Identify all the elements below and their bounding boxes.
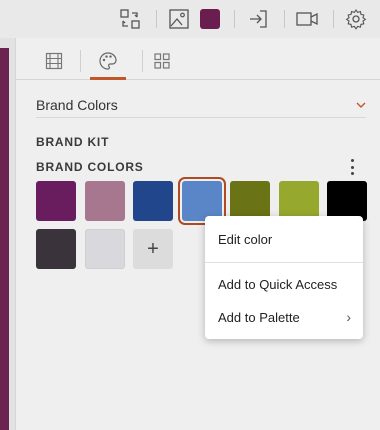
menu-item-add-to-palette[interactable]: Add to Palette › [218, 309, 351, 325]
menu-divider [205, 262, 363, 263]
canvas-preview [0, 48, 9, 430]
chevron-down-icon [356, 102, 366, 108]
color-swatch[interactable] [36, 181, 76, 221]
menu-item-quick-access[interactable]: Add to Quick Access [218, 277, 351, 292]
tab-divider [142, 50, 143, 72]
more-options-icon[interactable] [346, 157, 358, 177]
canvas-edge [0, 38, 15, 430]
brand-colors-heading: BRAND COLORS [36, 160, 144, 174]
color-swatch[interactable] [84, 229, 125, 269]
color-swatch[interactable] [84, 181, 125, 221]
brand-colors-dropdown[interactable]: Brand Colors [36, 92, 366, 118]
menu-item-label: Edit color [218, 232, 273, 247]
toolbar-divider [284, 10, 285, 28]
tab-frames[interactable] [36, 46, 72, 76]
chevron-right-icon: › [346, 309, 351, 325]
color-swatch-button[interactable] [200, 9, 220, 29]
film-icon [45, 52, 63, 70]
menu-item-label: Add to Palette [218, 309, 300, 325]
brand-kit-heading: BRAND KIT [36, 135, 110, 149]
tab-grid[interactable] [144, 46, 180, 76]
toolbar-divider [234, 10, 235, 28]
image-icon[interactable] [166, 6, 192, 32]
add-color-button[interactable]: + [133, 229, 173, 269]
color-swatch[interactable] [327, 181, 367, 221]
panel-tabs [16, 38, 380, 80]
color-swatch[interactable] [177, 177, 226, 225]
toolbar-divider [156, 10, 157, 28]
color-swatch[interactable] [230, 181, 270, 221]
color-swatch[interactable] [133, 181, 173, 221]
exit-icon[interactable] [245, 6, 271, 32]
grid-icon [154, 53, 170, 69]
swap-icon[interactable] [117, 6, 143, 32]
menu-item-edit-color[interactable]: Edit color [218, 232, 351, 247]
color-swatch[interactable] [278, 181, 319, 221]
toolbar-divider [333, 10, 334, 28]
palette-icon [99, 52, 117, 70]
color-swatch[interactable] [36, 229, 76, 269]
tab-divider [80, 50, 81, 72]
dropdown-label: Brand Colors [36, 96, 118, 113]
top-toolbar [0, 0, 380, 38]
tab-palette[interactable] [90, 46, 126, 80]
video-icon[interactable] [294, 6, 320, 32]
color-context-menu: Edit color Add to Quick Access Add to Pa… [205, 216, 363, 339]
gear-icon[interactable] [343, 6, 369, 32]
menu-item-label: Add to Quick Access [218, 277, 338, 292]
